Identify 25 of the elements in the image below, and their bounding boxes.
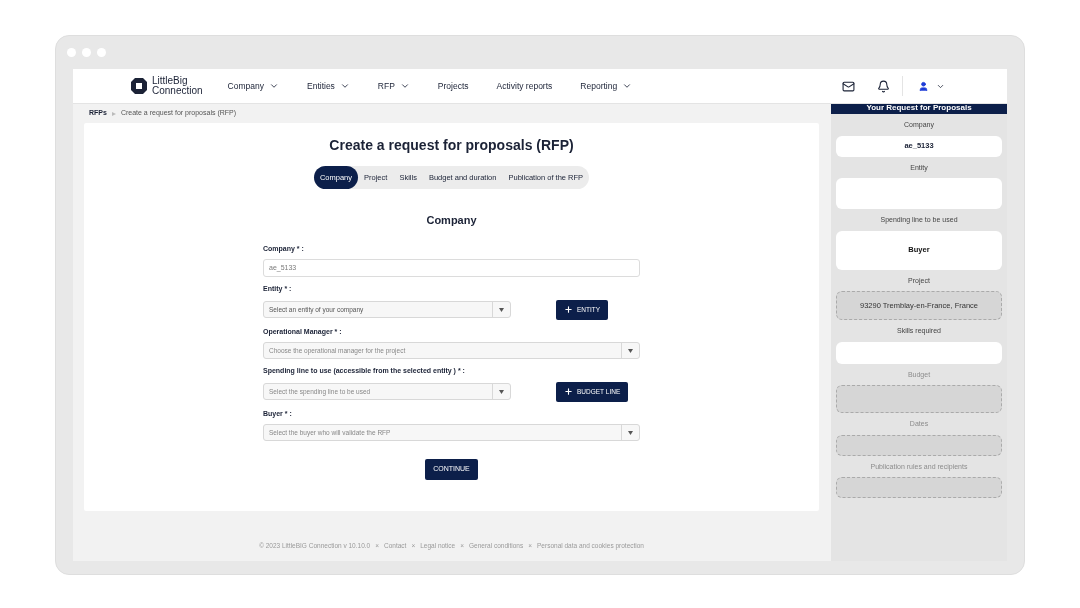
plus-icon: [564, 387, 573, 396]
nav-menu-item[interactable]: Company: [227, 79, 279, 93]
dropdown-caret-icon: [628, 348, 633, 353]
logo-text: LittleBig Connection: [152, 76, 203, 96]
logo-icon: [130, 77, 148, 95]
nav-menu-item[interactable]: RFP: [377, 79, 410, 93]
chevron-down-icon: [622, 81, 633, 91]
user-icon[interactable]: [918, 80, 929, 92]
section-title: Company: [426, 213, 477, 228]
nav-menu-item[interactable]: Entities: [307, 79, 350, 93]
dropdown-caret-icon: [499, 307, 504, 312]
nav-menu-item[interactable]: Projects: [437, 79, 469, 93]
nav-menu-item[interactable]: Reporting: [580, 79, 633, 93]
chevron-down-icon: [269, 81, 279, 91]
dropdown-caret-icon: [628, 430, 633, 435]
nav-menu-item[interactable]: Activity reports: [496, 79, 553, 93]
mail-icon[interactable]: [842, 79, 855, 93]
plus-icon: [564, 305, 573, 314]
bell-icon[interactable]: [877, 79, 890, 93]
dropdown-caret-icon: [499, 389, 504, 394]
page-title: Create a request for proposals (RFP): [329, 136, 574, 155]
summary-header: Your Request for Proposals: [831, 104, 1007, 114]
breadcrumb-arrow-icon: [111, 111, 116, 116]
chevron-down-icon: [399, 81, 410, 91]
chevron-down-icon: [339, 81, 350, 91]
